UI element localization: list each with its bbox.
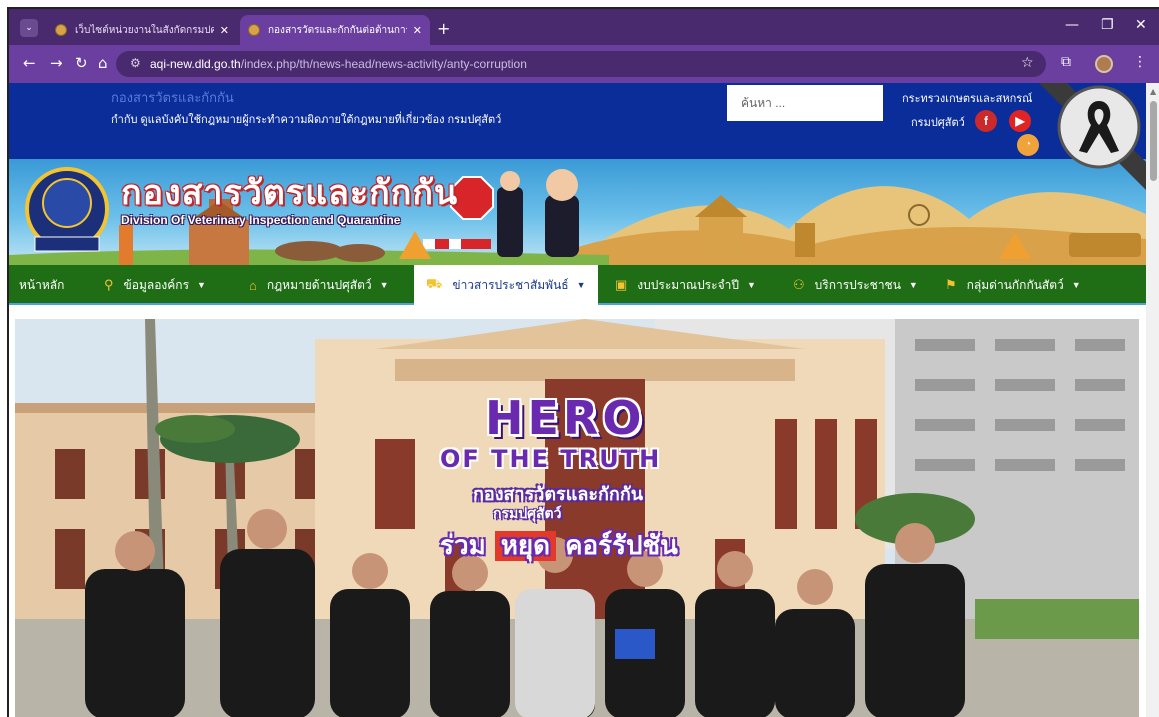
person-icon: ⚲ [104,277,114,292]
people-icon: ⚇ [793,277,805,292]
chevron-down-icon: ▼ [746,280,756,290]
url-host: aqi-new.dld.go.th [150,57,241,71]
forward-icon[interactable]: → [50,54,63,72]
tab-dld-sites[interactable]: เว็บไซต์หน่วยงานในสังกัดกรมปศุสัตว์ ✕ [47,15,237,45]
youtube-icon[interactable]: ▶ [1009,110,1031,132]
chevron-down-icon: ▼ [1071,280,1081,290]
bookmark-star-icon[interactable]: ☆ [1021,55,1034,71]
nav-label: ข่าวสารประชาสัมพันธ์ [452,277,569,292]
tab-strip: ⌄ เว็บไซต์หน่วยงานในสังกัดกรมปศุสัตว์ ✕ … [9,9,1159,45]
hero-photo [15,319,1139,717]
nav-services[interactable]: ⚇ บริการประชาชน ▼ [793,265,918,305]
nav-label: กลุ่มด่านกักกันสัตว์ [966,277,1064,292]
tab-title: เว็บไซต์หน่วยงานในสังกัดกรมปศุสัตว์ [75,24,214,36]
hero-heading: HERO [485,391,646,445]
ministry-link[interactable]: กระทรวงเกษตรและสหกรณ์ [902,89,1032,107]
site-topbar: กองสารวัตรและกักกัน กำกับ ดูแลบังคับใช้ก… [9,83,1146,159]
dept-title: กองสารวัตรและกักกัน [111,90,234,105]
banner-title-en: Division Of Veterinary Inspection and Qu… [121,213,401,227]
facebook-icon[interactable]: f [975,110,997,132]
extensions-icon[interactable]: ⧉ [1061,54,1071,70]
chevron-down-icon: ▼ [908,280,918,290]
slogan-pre: ร่วม [440,531,486,561]
page-scrollbar[interactable]: ▲ [1146,83,1159,717]
main-nav: หน้าหลัก ⚲ ข้อมูลองค์กร ▼ ⌂ กฎหมายด้านปศ… [9,265,1146,305]
site-banner: กองสารวัตรและกักกัน Division Of Veterina… [9,159,1146,265]
scroll-up-icon[interactable]: ▲ [1150,87,1156,96]
mourning-ribbon-icon [1039,83,1146,190]
minimize-icon[interactable]: — [1065,17,1079,33]
address-bar[interactable]: ⚙ aqi-new.dld.go.th/index.php/th/news-he… [116,51,1046,77]
hero-dld-name: กรมปศุสัตว์ [493,506,562,522]
home-icon[interactable]: ⌂ [98,54,108,72]
budget-icon: ▣ [615,277,628,292]
hero-subheading: OF THE TRUTH [440,445,662,473]
nav-quarantine[interactable]: ⚑ กลุ่มด่านกักกันสัตว์ ▼ [945,265,1081,305]
flag-icon: ⚑ [945,277,957,292]
chevron-down-icon: ▼ [379,280,389,290]
scrollbar-thumb[interactable] [1150,101,1157,181]
nav-label: หน้าหลัก [19,277,65,292]
browser-toolbar: ← → ↻ ⌂ ⚙ aqi-new.dld.go.th/index.php/th… [9,45,1159,83]
new-tab-button[interactable]: + [437,19,450,38]
back-icon[interactable]: ← [23,54,36,72]
site-info-icon[interactable]: ⚙ [130,56,141,70]
url-text: aqi-new.dld.go.th/index.php/th/news-head… [150,57,527,71]
tab-anti-corruption[interactable]: กองสารวัตรและกักกันต่อต้านการคอร์รัปชัน … [240,15,430,45]
hero-image: HERO OF THE TRUTH กองสารวัตรและกักกัน กร… [15,319,1139,717]
hero-slogan: ร่วม หยุด คอร์รัปชัน [440,525,678,566]
tab-search-button[interactable]: ⌄ [20,19,38,37]
rss-icon[interactable]: ◔ [1017,134,1039,156]
profile-avatar[interactable] [1095,55,1113,73]
chevron-down-icon: ▼ [576,280,586,290]
dld-link[interactable]: กรมปศุสัตว์ [911,113,965,131]
close-tab-icon[interactable]: ✕ [413,24,422,37]
nav-label: ข้อมูลองค์กร [123,277,190,292]
slogan-highlight: หยุด [494,531,557,561]
tab-title: กองสารวัตรและกักกันต่อต้านการคอร์รัปชัน [268,24,407,36]
menu-icon[interactable]: ⋮ [1133,54,1147,70]
restore-icon[interactable]: ❐ [1101,17,1114,33]
chevron-down-icon: ▼ [197,280,206,290]
nav-news[interactable]: ⛟ ข่าวสารประชาสัมพันธ์ ▼ [414,265,598,305]
site-favicon-icon [55,24,67,36]
nav-budget[interactable]: ▣ งบประมาณประจำปี ▼ [615,265,756,305]
nav-label: บริการประชาชน [814,277,901,292]
url-path: /index.php/th/news-head/news-activity/an… [240,57,527,71]
search-input[interactable] [727,85,883,121]
web-page: กองสารวัตรและกักกัน กำกับ ดูแลบังคับใช้ก… [9,83,1146,717]
nav-organization[interactable]: ⚲ ข้อมูลองค์กร ▼ [104,265,206,305]
nav-home[interactable]: หน้าหลัก [19,265,64,305]
nav-label: งบประมาณประจำปี [637,277,739,292]
banner-title-th: กองสารวัตรและกักกัน [121,173,459,213]
truck-icon: ⛟ [426,276,443,291]
slogan-post: คอร์รัปชัน [565,531,678,561]
nav-law[interactable]: ⌂ กฎหมายด้านปศุสัตว์ ▼ [249,265,389,305]
close-window-icon[interactable]: ✕ [1135,17,1147,33]
nav-label: กฎหมายด้านปศุสัตว์ [266,277,372,292]
browser-window: ⌄ เว็บไซต์หน่วยงานในสังกัดกรมปศุสัตว์ ✕ … [7,7,1159,717]
dept-description: กำกับ ดูแลบังคับใช้กฎหมายผู้กระทำความผิด… [111,114,502,126]
close-tab-icon[interactable]: ✕ [220,24,229,37]
reload-icon[interactable]: ↻ [75,54,88,72]
law-icon: ⌂ [249,277,257,293]
site-favicon-icon [248,24,260,36]
